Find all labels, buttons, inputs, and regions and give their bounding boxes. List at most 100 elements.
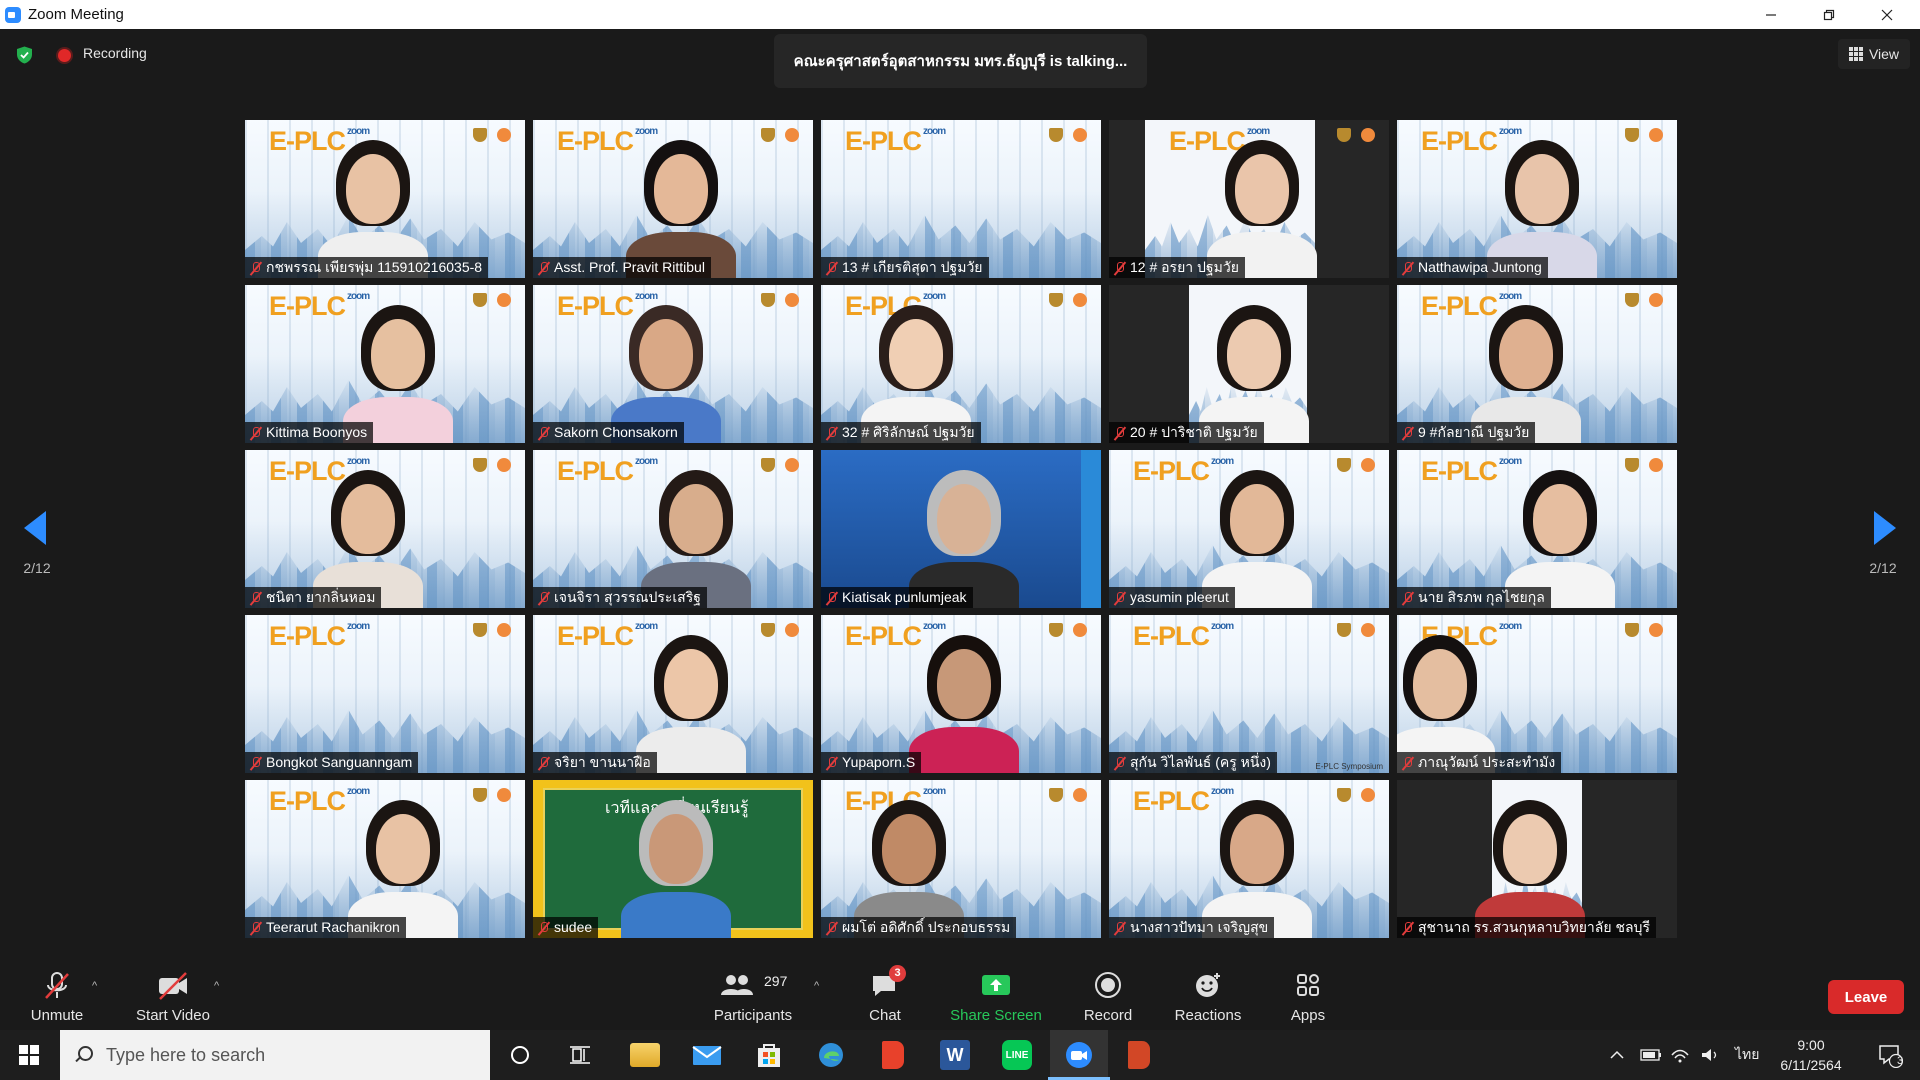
participant-video-tile[interactable]: E-PLC zoom 32 # ศิริลักษณ์ ปฐมวัย [821,285,1101,443]
taskbar-word[interactable]: W [928,1030,982,1080]
participants-caret-icon[interactable]: ^ [814,980,819,992]
eplc-logo: E-PLC zoom [269,291,370,321]
unmute-button[interactable]: Unmute [14,956,100,1030]
taskbar-clock[interactable]: 9:00 6/11/2564 [1770,1035,1852,1075]
recording-label[interactable]: Recording [83,45,147,61]
previous-page-arrow-icon[interactable] [24,511,46,545]
participant-video-tile[interactable]: E-PLC zoom Asst. Prof. Pravit Rittibul [533,120,813,278]
participant-name-label: 32 # ศิริลักษณ์ ปฐมวัย [821,422,981,443]
mic-muted-icon [249,921,262,935]
eplc-logo: E-PLC zoom [269,786,370,816]
eplc-logo: E-PLC zoom [557,126,658,156]
reactions-button[interactable]: Reactions [1168,956,1248,1030]
participant-video-tile[interactable]: E-PLC zoom นางสาวปัทมา เจริญสุข [1109,780,1389,938]
view-button[interactable]: View [1838,39,1910,69]
participant-name: สุชานาถ รร.สวนกุหลาบวิทยาลัย ชลบุรี [1418,919,1650,935]
input-language[interactable]: ไทย [1735,1030,1759,1080]
page-indicator-left: 2/12 [23,560,51,576]
cortana-circle-icon [511,1046,529,1064]
participant-video-tile[interactable]: Kiatisak punlumjeak [821,450,1101,608]
taskbar-powerpoint[interactable] [1112,1030,1166,1080]
participant-name: ภาณุวัฒน์ ประสะทำมัง [1418,754,1556,770]
organizer-logos [473,623,511,637]
close-button[interactable] [1858,0,1916,29]
taskbar-store[interactable] [742,1030,796,1080]
participant-video-tile[interactable]: E-PLC zoom 13 # เกียรติสุดา ปฐมวัย [821,120,1101,278]
eplc-logo: E-PLC zoom [845,621,946,651]
record-button[interactable]: Record [1078,956,1138,1030]
mic-muted-icon [1401,261,1414,275]
taskbar-office[interactable] [866,1030,920,1080]
tray-overflow-chevron-icon[interactable] [1610,1030,1624,1080]
participant-name: จริยา ขานนาฝือ [554,754,651,770]
security-shield-icon[interactable] [16,46,33,64]
task-view-button[interactable] [555,1030,605,1080]
cortana-button[interactable] [495,1030,545,1080]
taskbar-line[interactable]: LINE [990,1030,1044,1080]
line-app-icon: LINE [1002,1040,1032,1070]
participant-video-tile[interactable]: สุชานาถ รร.สวนกุหลาบวิทยาลัย ชลบุรี [1397,780,1677,938]
participant-name: 9 #กัลยาณี ปฐมวัย [1418,424,1530,440]
participant-name-label: จริยา ขานนาฝือ [533,752,657,773]
audio-options-caret-icon[interactable]: ^ [92,980,97,992]
participant-video-tile[interactable]: E-PLC zoom Kittima Boonyos [245,285,525,443]
participant-name-label: Yupaporn.S [821,752,922,773]
taskbar-zoom[interactable] [1050,1030,1108,1080]
next-page-arrow-icon[interactable] [1874,511,1896,545]
participant-video-tile[interactable]: เวทีแลกเปลี่ยนเรียนรู้sudee [533,780,813,938]
leave-button[interactable]: Leave [1828,980,1904,1014]
participant-name: sudee [554,919,593,935]
taskbar-mail[interactable] [680,1030,734,1080]
taskbar-search-box[interactable]: Type here to search [60,1030,490,1080]
battery-icon[interactable] [1640,1030,1662,1080]
mic-muted-icon [537,921,550,935]
participant-video-tile[interactable]: E-PLC zoom 9 #กัลยาณี ปฐมวัย [1397,285,1677,443]
mic-muted-icon [1401,591,1414,605]
participant-video-tile[interactable]: E-PLC zoom yasumin pleerut [1109,450,1389,608]
participant-video-tile[interactable]: E-PLC zoom ภาณุวัฒน์ ประสะทำมัง [1397,615,1677,773]
reactions-smiley-icon [1191,971,1225,1001]
participant-video-tile[interactable]: E-PLC zoom Bongkot Sanguanngam [245,615,525,773]
participants-button[interactable]: 297 Participants [708,956,798,1030]
start-video-button[interactable]: Start Video [130,956,216,1030]
participant-video-tile[interactable]: E-PLC zoom นาย สิรภพ กุลไชยกุล [1397,450,1677,608]
taskbar-file-explorer[interactable] [618,1030,672,1080]
windows-start-button[interactable] [0,1030,58,1080]
chat-button[interactable]: 3 Chat [860,956,910,1030]
participant-video-tile[interactable]: E-PLC zoom E-PLC Symposium สุกัน วิไลพันธ์ … [1109,615,1389,773]
participant-video-tile[interactable]: E-PLC zoom ผมโต่ อดิศักดิ์ ประกอบธรรม [821,780,1101,938]
minimize-button[interactable] [1742,0,1800,29]
organizer-logos [1625,293,1663,307]
meeting-toolbar: Unmute ^ Start Video ^ 297 Participants … [0,956,1920,1030]
participant-video-tile[interactable]: E-PLC zoom ชนิตา ยากลิ่นหอม [245,450,525,608]
organizer-logos [761,293,799,307]
participant-name: Kiatisak punlumjeak [842,589,967,605]
participant-video-tile[interactable]: E-PLC zoom Natthawipa Juntong [1397,120,1677,278]
eplc-logo: E-PLC zoom [1133,621,1234,651]
restore-button[interactable] [1800,0,1858,29]
participant-name-label: เจนจิรา สุวรรณประเสริฐ [533,587,707,608]
video-options-caret-icon[interactable]: ^ [214,980,219,992]
taskbar-edge[interactable] [804,1030,858,1080]
participant-video-tile[interactable]: E-PLC zoom Sakorn Chonsakorn [533,285,813,443]
participant-name-label: ผมโต่ อดิศักดิ์ ประกอบธรรม [821,917,1017,938]
mic-muted-icon [1401,921,1414,935]
powerpoint-icon [1128,1041,1150,1069]
volume-icon[interactable] [1700,1030,1720,1080]
participant-video-tile[interactable]: E-PLC zoom Yupaporn.S [821,615,1101,773]
eplc-logo: E-PLC zoom [557,621,658,651]
mic-muted-icon [1113,756,1126,770]
participant-video-tile[interactable]: E-PLC zoom จริยา ขานนาฝือ [533,615,813,773]
participant-video-tile[interactable]: 20 # ปาริชาติ ปฐมวัย [1109,285,1389,443]
participant-video-tile[interactable]: E-PLC zoom 12 # อรยา ปฐมวัย [1109,120,1389,278]
apps-button[interactable]: Apps [1280,956,1336,1030]
network-icon[interactable] [1670,1030,1690,1080]
participant-video-tile[interactable]: E-PLC zoom Teerarut Rachanikron [245,780,525,938]
participant-video-tile[interactable]: E-PLC zoom กชพรรณ เพียรพุ่ม 115910216035-8 [245,120,525,278]
participant-name: นางสาวปัทมา เจริญสุข [1130,919,1269,935]
participant-video-tile[interactable]: E-PLC zoom เจนจิรา สุวรรณประเสริฐ [533,450,813,608]
share-screen-button[interactable]: Share Screen [944,956,1048,1030]
notification-center-button[interactable]: 3 [1870,1030,1910,1080]
organizer-logos [1337,788,1375,802]
participant-name-label: Teerarut Rachanikron [245,917,406,938]
